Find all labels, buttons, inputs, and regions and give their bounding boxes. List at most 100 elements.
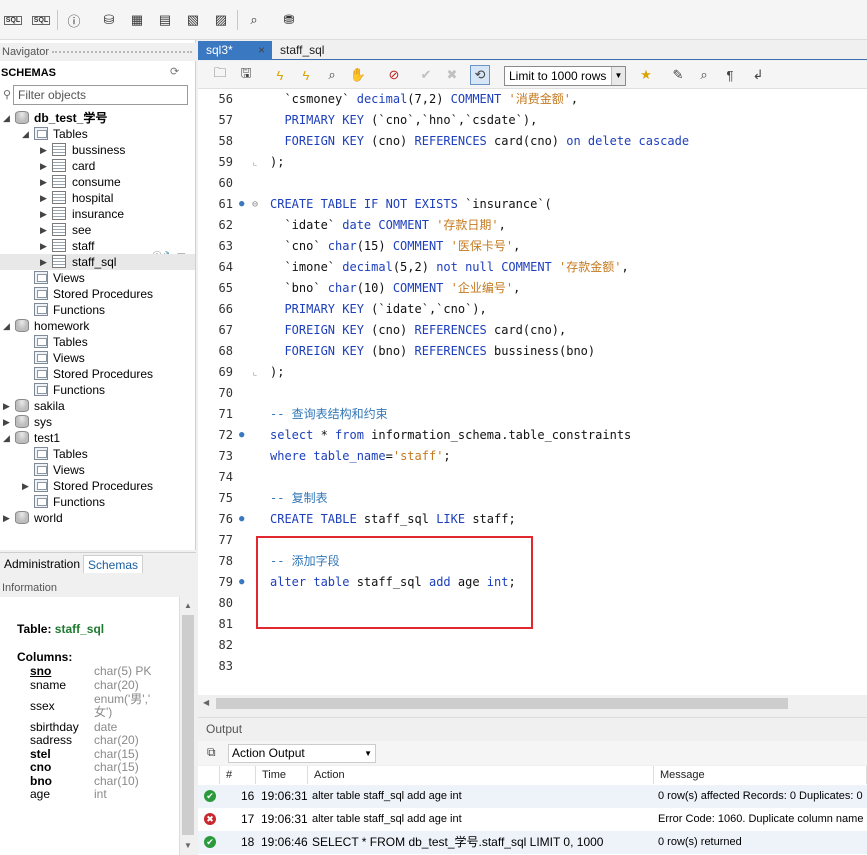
views-folder[interactable]: Views bbox=[0, 270, 195, 286]
line-number: 82 bbox=[218, 638, 233, 652]
tab-staff-sql[interactable]: staff_sql bbox=[272, 41, 352, 60]
collapse-arrow-icon[interactable]: ◢ bbox=[3, 318, 10, 334]
expand-arrow-icon[interactable]: ▶ bbox=[40, 158, 47, 174]
table-item[interactable]: ▶ card bbox=[0, 158, 195, 174]
scroll-up-icon[interactable]: ▲ bbox=[184, 601, 192, 610]
expand-arrow-icon[interactable]: ▶ bbox=[3, 510, 10, 526]
column-header-time[interactable]: Time bbox=[256, 766, 308, 784]
limit-rows-select[interactable]: Limit to 1000 rows ▼ bbox=[504, 66, 626, 86]
expand-arrow-icon[interactable]: ▶ bbox=[40, 190, 47, 206]
open-sql-file-icon[interactable]: SQL bbox=[30, 9, 52, 31]
views-folder[interactable]: Views bbox=[0, 462, 195, 478]
table-item[interactable]: ▶ see bbox=[0, 222, 195, 238]
tab-schemas[interactable]: Schemas bbox=[83, 555, 144, 573]
create-schema-icon[interactable]: ⛁ bbox=[98, 9, 120, 31]
schema-db-test[interactable]: ◢ db_test_学号 bbox=[0, 110, 195, 126]
expand-arrow-icon[interactable]: ▶ bbox=[3, 414, 10, 430]
functions-label: Functions bbox=[53, 495, 106, 509]
horizontal-scrollbar[interactable]: ◀ bbox=[198, 695, 867, 711]
expand-arrow-icon[interactable]: ▶ bbox=[40, 174, 47, 190]
tab-sql3[interactable]: sql3* × bbox=[198, 41, 272, 60]
output-row[interactable]: ✔ 16 19:06:31 alter table staff_sql add … bbox=[198, 785, 867, 808]
schema-sys[interactable]: ▶ sys bbox=[0, 414, 195, 430]
output-row[interactable]: ✔ 18 19:06:46 SELECT * FROM db_test_学号.s… bbox=[198, 831, 867, 854]
open-folder-icon[interactable]: 🗀 bbox=[210, 65, 230, 85]
procedures-folder[interactable]: ▶ Stored Procedures bbox=[0, 478, 195, 494]
chevron-down-icon[interactable]: ▼ bbox=[364, 745, 372, 762]
column-header-number[interactable]: # bbox=[220, 766, 256, 784]
expand-arrow-icon[interactable]: ▶ bbox=[40, 222, 47, 238]
add-snippet-icon[interactable]: ★ bbox=[636, 65, 656, 85]
code-line: 65 `bno` char(10) COMMENT '企业编号', bbox=[198, 278, 867, 299]
code-line: 60 bbox=[198, 173, 867, 194]
beautify-icon[interactable]: ✎ bbox=[668, 65, 688, 85]
views-folder[interactable]: Views bbox=[0, 350, 195, 366]
table-item[interactable]: ▶ consume bbox=[0, 174, 195, 190]
scroll-thumb[interactable] bbox=[216, 698, 788, 709]
explain-icon[interactable]: ⌕ bbox=[322, 65, 342, 85]
functions-folder[interactable]: Functions bbox=[0, 382, 195, 398]
schema-homework[interactable]: ◢ homework bbox=[0, 318, 195, 334]
find-icon[interactable]: ⌕ bbox=[694, 65, 714, 85]
tables-folder[interactable]: ◢ Tables bbox=[0, 126, 195, 142]
execute-icon[interactable]: ϟ bbox=[270, 65, 290, 85]
expand-arrow-icon[interactable]: ▶ bbox=[40, 206, 47, 222]
close-icon[interactable]: × bbox=[258, 41, 265, 60]
table-item[interactable]: ▶ insurance bbox=[0, 206, 195, 222]
refresh-schemas-icon[interactable]: ⟳ bbox=[170, 65, 179, 78]
reconnect-icon[interactable]: ⛃ bbox=[278, 9, 300, 31]
folder-icon bbox=[34, 383, 48, 396]
procedures-folder[interactable]: Stored Procedures bbox=[0, 286, 195, 302]
scroll-left-icon[interactable]: ◀ bbox=[203, 698, 209, 707]
expand-arrow-icon[interactable]: ▶ bbox=[22, 478, 29, 494]
table-item[interactable]: ▶ staff bbox=[0, 238, 195, 254]
stop-icon[interactable]: ✋ bbox=[348, 65, 368, 85]
line-number: 68 bbox=[218, 344, 233, 358]
functions-folder[interactable]: Functions bbox=[0, 494, 195, 510]
toggle-error-icon[interactable]: ⊘ bbox=[384, 65, 404, 85]
invisible-chars-icon[interactable]: ¶ bbox=[720, 65, 740, 85]
table-item[interactable]: ▶ hospital bbox=[0, 190, 195, 206]
schema-world[interactable]: ▶ world bbox=[0, 510, 195, 526]
save-icon[interactable]: 🖫 bbox=[236, 65, 256, 85]
search-table-data-icon[interactable]: ⌕ bbox=[243, 9, 265, 31]
copy-icon[interactable]: ⧉ bbox=[207, 745, 216, 760]
filter-objects-input[interactable] bbox=[13, 85, 188, 105]
schema-test1[interactable]: ◢ test1 bbox=[0, 430, 195, 446]
collapse-arrow-icon[interactable]: ◢ bbox=[3, 430, 10, 446]
create-table-icon[interactable]: ▦ bbox=[126, 9, 148, 31]
column-header-status[interactable] bbox=[198, 766, 220, 784]
scroll-thumb[interactable] bbox=[182, 615, 194, 835]
execute-current-icon[interactable]: ϟ bbox=[296, 65, 316, 85]
table-item[interactable]: ▶ bussiness bbox=[0, 142, 195, 158]
word-wrap-icon[interactable]: ↲ bbox=[748, 65, 768, 85]
column-header-action[interactable]: Action bbox=[308, 766, 654, 784]
autocommit-icon[interactable]: ⟲ bbox=[470, 65, 490, 85]
functions-folder[interactable]: Functions bbox=[0, 302, 195, 318]
output-type-select[interactable]: Action Output ▼ bbox=[228, 744, 376, 763]
scroll-down-icon[interactable]: ▼ bbox=[184, 841, 192, 850]
expand-arrow-icon[interactable]: ▶ bbox=[40, 254, 47, 270]
column-header-message[interactable]: Message bbox=[654, 766, 867, 784]
expand-arrow-icon[interactable]: ▶ bbox=[40, 238, 47, 254]
create-view-icon[interactable]: ▤ bbox=[154, 9, 176, 31]
collapse-arrow-icon[interactable]: ◢ bbox=[22, 126, 29, 142]
tab-administration[interactable]: Administration bbox=[0, 555, 84, 573]
tables-folder[interactable]: Tables bbox=[0, 446, 195, 462]
schema-sakila[interactable]: ▶ sakila bbox=[0, 398, 195, 414]
expand-arrow-icon[interactable]: ▶ bbox=[3, 398, 10, 414]
chevron-down-icon[interactable]: ▼ bbox=[611, 67, 625, 85]
create-procedure-icon[interactable]: ▧ bbox=[182, 9, 204, 31]
output-row[interactable]: ✖ 17 19:06:31 alter table staff_sql add … bbox=[198, 808, 867, 831]
expand-arrow-icon[interactable]: ▶ bbox=[40, 142, 47, 158]
table-item-selected[interactable]: ▶ staff_sql bbox=[0, 254, 195, 270]
create-function-icon[interactable]: ▨ bbox=[210, 9, 232, 31]
commit-icon[interactable]: ✔ bbox=[416, 65, 436, 85]
rollback-icon[interactable]: ✖ bbox=[442, 65, 462, 85]
info-scrollbar[interactable]: ▲ ▼ bbox=[179, 597, 195, 855]
inspector-icon[interactable]: ⓘ bbox=[63, 9, 85, 31]
new-sql-tab-icon[interactable]: SQL bbox=[2, 9, 24, 31]
collapse-arrow-icon[interactable]: ◢ bbox=[3, 110, 10, 126]
procedures-folder[interactable]: Stored Procedures bbox=[0, 366, 195, 382]
tables-folder[interactable]: Tables bbox=[0, 334, 195, 350]
